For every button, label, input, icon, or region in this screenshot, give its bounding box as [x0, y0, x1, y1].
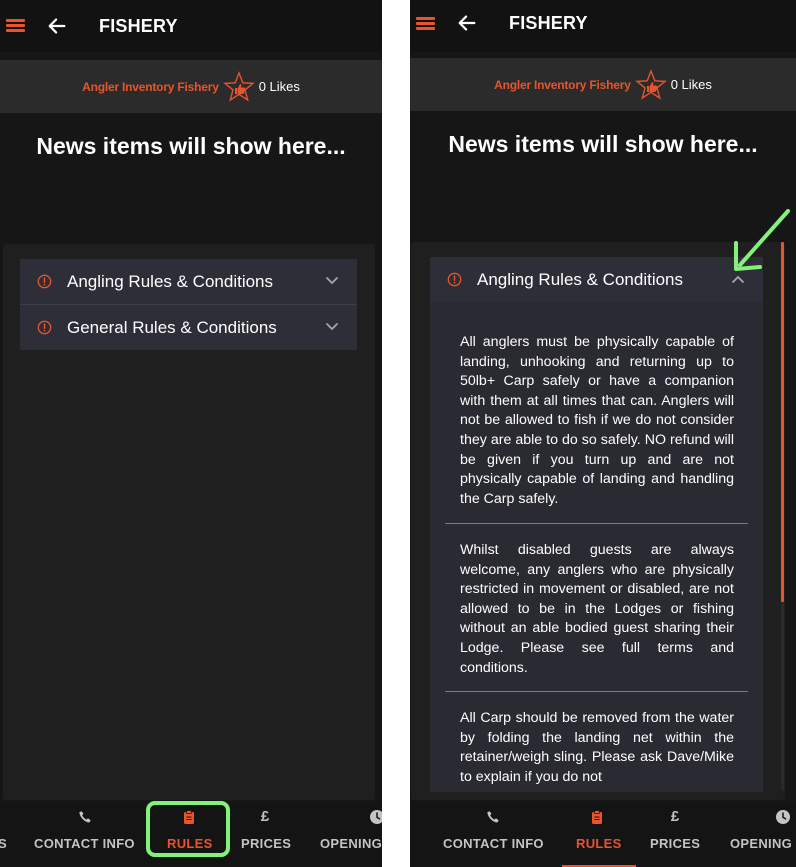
clock-icon[interactable] — [369, 809, 382, 825]
rule-divider — [445, 523, 748, 524]
nav-tab-prices[interactable]: PRICES — [241, 836, 291, 851]
scrollbar-thumb[interactable] — [781, 242, 784, 602]
app-bar: FISHERY — [410, 0, 796, 52]
accordion-angling-label: Angling Rules & Conditions — [477, 270, 684, 289]
news-placeholder: News items will show here... — [448, 131, 758, 157]
likes-count: 0 Likes — [670, 77, 712, 92]
chevron-up-icon[interactable] — [731, 274, 745, 284]
phone-icon[interactable] — [77, 809, 93, 825]
back-arrow-icon[interactable] — [456, 12, 478, 34]
rule-divider — [445, 691, 748, 692]
clipboard-icon[interactable] — [589, 809, 605, 825]
alert-circle-icon — [447, 272, 462, 287]
likes-count: 0 Likes — [258, 79, 300, 94]
nav-tab-opening[interactable]: OPENING — [320, 836, 382, 851]
fishery-header: Angler Inventory Fishery 0 Likes — [0, 60, 382, 113]
nav-tab-partial[interactable]: S — [0, 836, 7, 851]
rules-panel: Angling Rules & Conditions General Rules… — [3, 244, 375, 800]
accordion-general-header[interactable]: General Rules & Conditions — [20, 305, 357, 350]
fishery-name[interactable]: Angler Inventory Fishery — [494, 78, 631, 92]
star-thumbs-up-icon[interactable] — [222, 70, 255, 103]
screen-expanded: FISHERY Angler Inventory Fishery 0 Likes… — [410, 0, 796, 867]
bottom-nav: S CONTACT INFO RULES £ PRICES OPENING — [0, 802, 382, 867]
clock-icon[interactable] — [775, 809, 791, 825]
accordion-angling-label: Angling Rules & Conditions — [67, 272, 274, 291]
star-thumbs-up-icon[interactable] — [634, 68, 667, 101]
nav-tab-rules[interactable]: RULES — [167, 836, 213, 851]
news-placeholder: News items will show here... — [36, 133, 346, 159]
app-bar: FISHERY — [0, 0, 382, 52]
rule-paragraph: All Carp should be removed from the wate… — [460, 710, 734, 785]
fishery-header: Angler Inventory Fishery 0 Likes — [410, 58, 796, 111]
rule-paragraph: All anglers must be physically capable o… — [460, 334, 734, 507]
fishery-name[interactable]: Angler Inventory Fishery — [82, 80, 219, 94]
rules-content[interactable]: All anglers must be physically capable o… — [430, 302, 763, 792]
menu-icon[interactable] — [6, 17, 26, 33]
nav-tab-prices[interactable]: PRICES — [650, 836, 700, 851]
pound-sign-icon[interactable]: £ — [257, 809, 273, 825]
nav-tab-contact-info[interactable]: CONTACT INFO — [34, 836, 135, 851]
nav-tab-rules[interactable]: RULES — [576, 836, 622, 851]
accordion-angling-expanded: Angling Rules & Conditions All anglers m… — [430, 257, 763, 792]
menu-icon[interactable] — [416, 15, 436, 31]
rule-paragraph: Whilst disabled guests are always welcom… — [460, 542, 734, 676]
nav-tab-opening[interactable]: OPENING — [730, 836, 792, 851]
alert-circle-icon — [37, 274, 52, 289]
clipboard-icon[interactable] — [181, 809, 197, 825]
nav-tab-contact-info[interactable]: CONTACT INFO — [443, 836, 544, 851]
chevron-down-icon[interactable] — [325, 276, 339, 286]
back-arrow-icon[interactable] — [46, 15, 68, 37]
page-title: FISHERY — [99, 16, 178, 36]
page-title: FISHERY — [509, 13, 588, 33]
screen-collapsed: FISHERY Angler Inventory Fishery 0 Likes… — [0, 0, 382, 867]
pound-sign-icon[interactable]: £ — [667, 809, 683, 825]
rules-panel: Angling Rules & Conditions All anglers m… — [411, 242, 785, 800]
accordion-angling-header[interactable]: Angling Rules & Conditions — [430, 257, 763, 302]
accordion-group: Angling Rules & Conditions General Rules… — [20, 259, 357, 350]
bottom-nav: CONTACT INFO RULES £ PRICES OPENING — [410, 802, 796, 867]
accordion-general-label: General Rules & Conditions — [67, 318, 277, 337]
alert-circle-icon — [37, 320, 52, 335]
phone-icon[interactable] — [485, 809, 501, 825]
scrollbar[interactable] — [781, 242, 784, 790]
chevron-down-icon[interactable] — [325, 322, 339, 332]
accordion-angling-header[interactable]: Angling Rules & Conditions — [20, 259, 357, 304]
